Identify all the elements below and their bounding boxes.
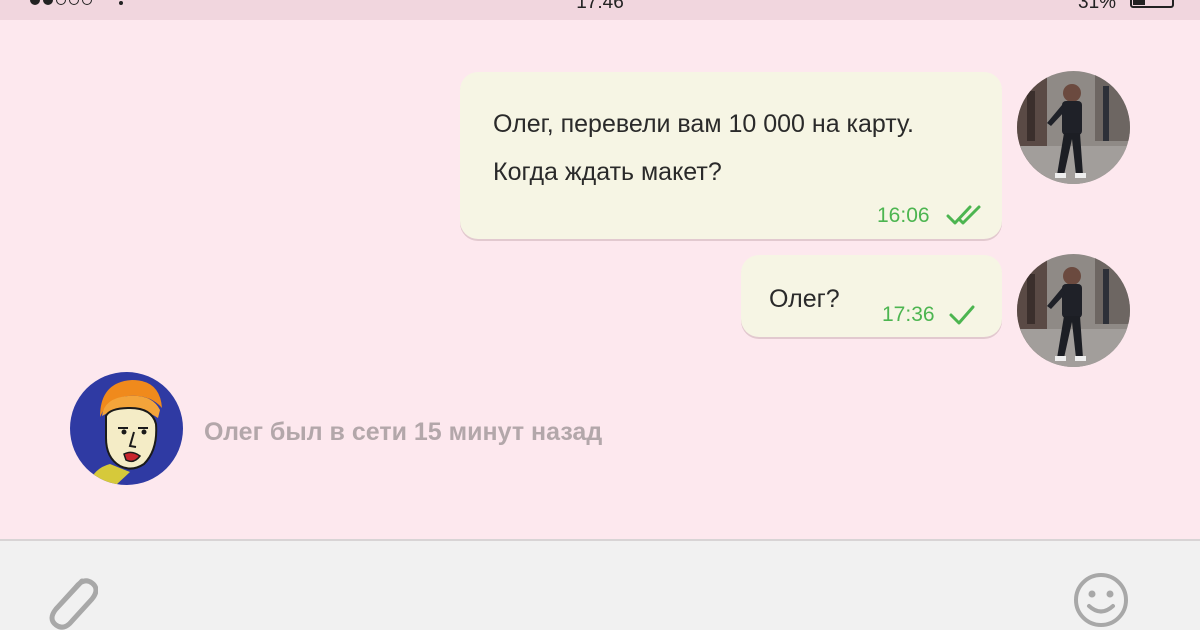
message-text-line: Олег, перевели вам 10 000 на карту. [493,110,914,138]
oleg-avatar-illustration-icon [70,372,183,485]
message-text-line: Когда ждать макет? [493,158,722,186]
battery-percent: 31% [1078,0,1117,13]
message-bubble[interactable]: Олег, перевели вам 10 000 на карту. Когд… [460,72,1002,239]
paperclip-icon[interactable] [36,565,98,630]
battery-icon [1130,0,1174,8]
double-check-icon [946,205,981,225]
message-time: 17:36 [882,303,935,326]
contact-avatar[interactable] [70,372,183,485]
presence-status: Олег был в сети 15 минут назад [204,418,603,446]
sender-avatar[interactable] [1017,71,1130,184]
message-time: 16:06 [877,204,930,227]
message-input-bar[interactable] [0,539,1200,630]
status-time: 17:46 [576,0,624,13]
single-check-icon [949,305,975,325]
sender-avatar-photo-icon [1017,71,1130,184]
smiley-icon[interactable] [1072,571,1130,629]
sender-avatar[interactable] [1017,254,1130,367]
sender-avatar-photo-icon [1017,254,1130,367]
message-text-line: Олег? [769,285,840,313]
message-bubble[interactable]: Олег? 17:36 [741,255,1002,337]
status-bar: 17:46 31% [0,0,1200,20]
